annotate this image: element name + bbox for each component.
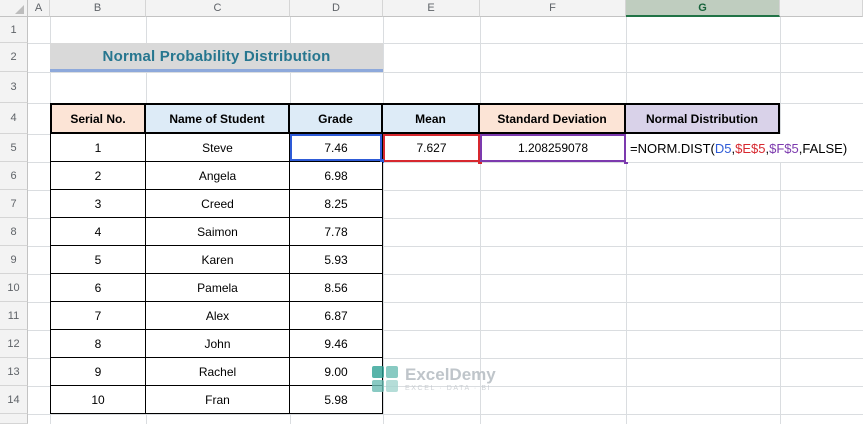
cell-student-name[interactable]: Fran [146, 386, 290, 414]
row-header-8[interactable]: 8 [0, 218, 28, 246]
row-header-10[interactable]: 10 [0, 274, 28, 302]
formula-ref-e5: $E$5 [735, 140, 766, 156]
gridline [383, 17, 384, 424]
cell-serial-no[interactable]: 3 [50, 190, 146, 218]
select-all-triangle-icon [15, 5, 24, 14]
gridline [626, 17, 627, 424]
row-header-4[interactable]: 4 [0, 103, 28, 134]
row-header-13[interactable]: 13 [0, 358, 28, 386]
table-header-grade[interactable]: Grade [290, 103, 383, 134]
cell-serial-no[interactable]: 1 [50, 134, 146, 162]
gridline [28, 414, 863, 415]
cell-serial-no[interactable]: 2 [50, 162, 146, 190]
cell-student-name[interactable]: Saimon [146, 218, 290, 246]
cell-grade[interactable]: 8.56 [290, 274, 383, 302]
cell-grade[interactable]: 6.98 [290, 162, 383, 190]
cell-grade[interactable]: 7.46 [290, 134, 384, 163]
watermark-tagline-text: EXCEL · DATA · BI [405, 385, 492, 392]
formula-segment: ,FALSE) [798, 140, 848, 156]
column-header-E[interactable]: E [383, 0, 480, 17]
column-header-C[interactable]: C [146, 0, 290, 17]
exceldemy-logo-icon [372, 366, 398, 392]
column-header-F[interactable]: F [480, 0, 626, 17]
formula-ref-f5: $F$5 [769, 140, 799, 156]
cell-serial-no[interactable]: 8 [50, 330, 146, 358]
watermark-brand-text: ExcelDemy [405, 365, 496, 384]
row-header-7[interactable]: 7 [0, 190, 28, 218]
row-header-filler [0, 414, 28, 424]
cell-student-name[interactable]: John [146, 330, 290, 358]
row-header-3[interactable]: 3 [0, 72, 28, 103]
cell-serial-no[interactable]: 7 [50, 302, 146, 330]
row-header-6[interactable]: 6 [0, 162, 28, 190]
column-header-B[interactable]: B [50, 0, 146, 17]
table-header-normal-distribution[interactable]: Normal Distribution [626, 103, 780, 134]
cell-grade[interactable]: 9.46 [290, 330, 383, 358]
cell-student-name[interactable]: Steve [146, 134, 290, 162]
column-header-D[interactable]: D [290, 0, 383, 17]
gridline [780, 17, 781, 424]
worksheet-title[interactable]: Normal Probability Distribution [50, 43, 383, 72]
gridline [28, 72, 863, 73]
cell-student-name[interactable]: Pamela [146, 274, 290, 302]
row-header-1[interactable]: 1 [0, 17, 28, 43]
cell-student-name[interactable]: Creed [146, 190, 290, 218]
gridline [480, 17, 481, 424]
cell-mean-value[interactable]: 7.627 [383, 134, 482, 164]
row-header-2[interactable]: 2 [0, 43, 28, 72]
formula-ref-d5: D5 [714, 140, 732, 156]
cell-serial-no[interactable]: 6 [50, 274, 146, 302]
column-header-A[interactable]: A [28, 0, 50, 17]
table-header-serial[interactable]: Serial No. [50, 103, 146, 134]
table-header-name[interactable]: Name of Student [146, 103, 290, 134]
cell-serial-no[interactable]: 9 [50, 358, 146, 386]
cell-serial-no[interactable]: 10 [50, 386, 146, 414]
cell-grade[interactable]: 5.93 [290, 246, 383, 274]
cell-student-name[interactable]: Karen [146, 246, 290, 274]
column-header-G[interactable]: G [626, 0, 780, 17]
spreadsheet: Normal Probability Distribution Serial N… [0, 0, 863, 424]
table-header-std-deviation[interactable]: Standard Deviation [480, 103, 626, 134]
cell-student-name[interactable]: Angela [146, 162, 290, 190]
cell-serial-no[interactable]: 4 [50, 218, 146, 246]
column-header-filler [780, 0, 863, 17]
cell-grade[interactable]: 9.00 [290, 358, 383, 386]
excel-window: Normal Probability Distribution Serial N… [0, 0, 863, 424]
cell-grade[interactable]: 7.78 [290, 218, 383, 246]
cell-serial-no[interactable]: 5 [50, 246, 146, 274]
cell-grade[interactable]: 5.98 [290, 386, 383, 414]
cell-student-name[interactable]: Alex [146, 302, 290, 330]
formula-segment: =NORM.DIST( [630, 140, 715, 156]
cell-grade[interactable]: 6.87 [290, 302, 383, 330]
row-header-5[interactable]: 5 [0, 134, 28, 162]
cell-normal-distribution-formula[interactable]: =NORM.DIST( D5 , $E$5 , $F$5 ,FALSE) [626, 134, 863, 162]
row-header-14[interactable]: 14 [0, 386, 28, 414]
row-header-11[interactable]: 11 [0, 302, 28, 330]
row-header-9[interactable]: 9 [0, 246, 28, 274]
exceldemy-watermark: ExcelDemy EXCEL · DATA · BI [372, 366, 496, 392]
cell-grade[interactable]: 8.25 [290, 190, 383, 218]
table-header-mean[interactable]: Mean [383, 103, 480, 134]
select-all-corner[interactable] [0, 0, 28, 17]
row-header-12[interactable]: 12 [0, 330, 28, 358]
cell-student-name[interactable]: Rachel [146, 358, 290, 386]
cell-std-deviation-value[interactable]: 1.208259078 [480, 134, 628, 164]
